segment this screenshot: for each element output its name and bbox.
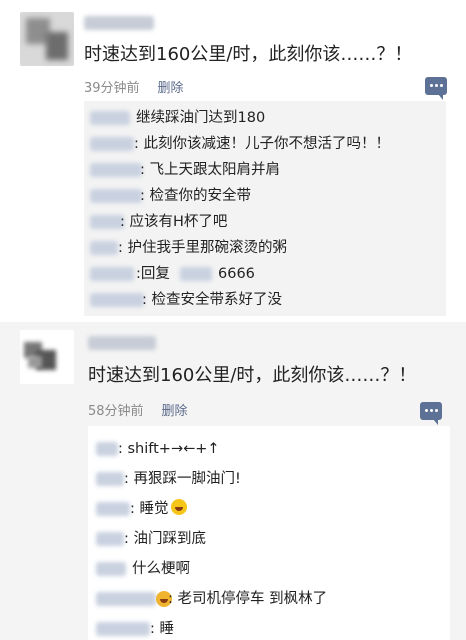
reply-username-redacted bbox=[90, 293, 144, 307]
reply-list: : shift+→←+↑ : 再狠踩一脚油门! : 睡觉 : 油门踩到底 什么梗… bbox=[88, 426, 450, 640]
username-redacted[interactable] bbox=[84, 16, 154, 30]
comment-bubble-icon[interactable] bbox=[425, 77, 447, 100]
reply-username-redacted bbox=[90, 215, 124, 229]
delete-link[interactable]: 删除 bbox=[162, 404, 188, 419]
post-time: 58分钟前 bbox=[88, 404, 144, 419]
reply-text: :回复 bbox=[136, 266, 170, 282]
laughing-emoji-icon bbox=[170, 499, 187, 515]
reply-text: : 应该有H杯了吧 bbox=[120, 214, 228, 230]
reply-text: : 检查安全带系好了没 bbox=[142, 292, 282, 308]
reply-text: : 飞上天跟太阳肩并肩 bbox=[140, 162, 280, 178]
reply-text: : 油门踩到底 bbox=[124, 531, 206, 547]
post-1: 时速达到160公里/时，此刻你该……？！ 39分钟前 删除 继续踩油门达到180 … bbox=[0, 0, 466, 322]
reply-text: : 睡觉 bbox=[130, 498, 187, 520]
reply-text: 继续踩油门达到180 bbox=[136, 110, 266, 126]
post-text: 时速达到160公里/时，此刻你该……？！ bbox=[84, 44, 413, 65]
reply-username-redacted bbox=[96, 442, 118, 456]
comment-bubble-icon[interactable] bbox=[420, 402, 442, 425]
reply-text: : 老司机停停车 到枫林了 bbox=[168, 591, 328, 607]
reply-text: : 睡 bbox=[150, 621, 174, 637]
reply-username-redacted bbox=[96, 532, 124, 546]
post-meta: 58分钟前 删除 bbox=[88, 400, 188, 419]
avatar[interactable] bbox=[20, 12, 74, 66]
reply-username-redacted bbox=[90, 189, 142, 203]
reply-username-redacted bbox=[96, 562, 126, 576]
reply-username-redacted bbox=[96, 622, 150, 636]
reply-list: 继续踩油门达到180 : 此刻你该减速！儿子你不想活了吗！！ : 飞上天跟太阳肩… bbox=[84, 101, 446, 316]
reply-username-redacted bbox=[96, 472, 124, 486]
reply-text-content: : 睡觉 bbox=[130, 501, 169, 517]
reply-username-redacted bbox=[90, 111, 130, 125]
reply-text: : shift+→←+↑ bbox=[118, 441, 220, 457]
reply-text: 什么梗啊 bbox=[132, 561, 190, 577]
post-meta: 39分钟前 删除 bbox=[84, 77, 184, 96]
reply-username-redacted bbox=[90, 163, 142, 177]
reply-username-redacted bbox=[90, 241, 118, 255]
reply-username-redacted bbox=[90, 137, 134, 151]
delete-link[interactable]: 删除 bbox=[158, 81, 184, 96]
reply-username-redacted bbox=[96, 502, 130, 516]
username-redacted[interactable] bbox=[88, 336, 156, 350]
post-text: 时速达到160公里/时，此刻你该……？！ bbox=[88, 365, 417, 386]
reply-extra: 6666 bbox=[218, 266, 255, 282]
post-time: 39分钟前 bbox=[84, 81, 140, 96]
reply-username-redacted bbox=[96, 592, 156, 606]
reply-text: : 再狠踩一脚油门! bbox=[124, 471, 241, 487]
reply-target-redacted bbox=[180, 267, 212, 281]
reply-text: : 检查你的安全带 bbox=[140, 188, 251, 204]
reply-text: : 护住我手里那碗滚烫的粥 bbox=[118, 240, 287, 256]
reply-username-redacted bbox=[90, 267, 134, 281]
avatar[interactable] bbox=[20, 330, 74, 384]
post-2: 时速达到160公里/时，此刻你该……？！ 58分钟前 删除 : shift+→←+… bbox=[0, 322, 466, 640]
reply-text: : 此刻你该减速！儿子你不想活了吗！！ bbox=[134, 136, 390, 152]
